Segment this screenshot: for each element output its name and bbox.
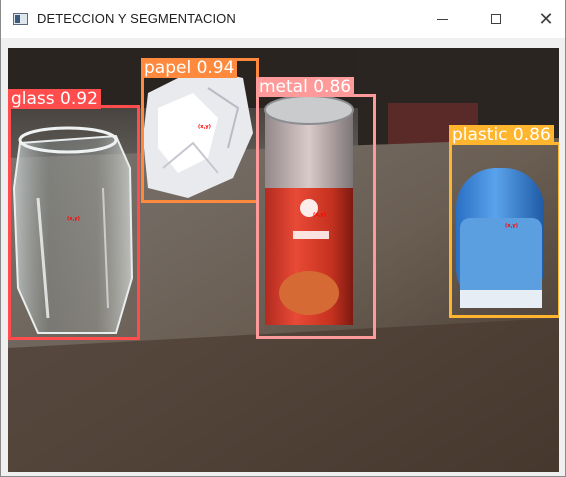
detection-box-plastic	[449, 142, 559, 318]
close-icon: ✕	[538, 9, 554, 29]
detection-center-metal: (x,y)	[313, 212, 326, 218]
close-button[interactable]: ✕	[523, 0, 566, 38]
maximize-button[interactable]	[473, 0, 519, 38]
detection-label-papel: papel 0.94	[141, 58, 238, 78]
minimize-button[interactable]	[419, 0, 465, 38]
detection-box-glass	[8, 105, 140, 340]
detection-box-papel	[141, 58, 259, 203]
detection-label-metal: metal 0.86	[256, 77, 355, 97]
app-window: DETECCION Y SEGMENTACION ✕ glass 0.92 (x…	[0, 0, 566, 477]
detection-center-plastic: (x,y)	[505, 223, 518, 229]
camera-viewport: glass 0.92 (x,y) papel 0.94 (x,y) metal …	[8, 48, 559, 472]
detection-label-glass: glass 0.92	[8, 89, 101, 109]
detection-center-glass: (x,y)	[67, 216, 80, 222]
maximize-icon	[491, 14, 501, 24]
detection-center-papel: (x,y)	[198, 124, 211, 130]
window-title: DETECCION Y SEGMENTACION	[37, 11, 236, 26]
title-bar[interactable]: DETECCION Y SEGMENTACION ✕	[1, 0, 565, 38]
app-icon	[13, 13, 28, 25]
minimize-icon	[436, 18, 448, 20]
detection-label-plastic: plastic 0.86	[449, 125, 554, 145]
